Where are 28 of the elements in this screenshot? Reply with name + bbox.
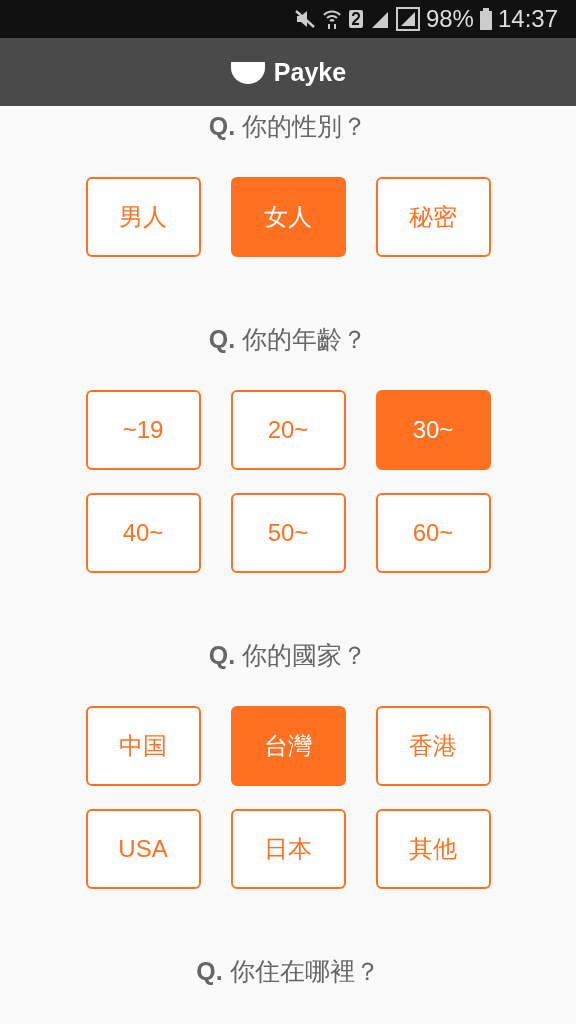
- option-button[interactable]: 其他: [375, 809, 491, 889]
- option-button[interactable]: 50~: [230, 493, 346, 573]
- question-text: Q. 你住在哪裡？: [196, 956, 380, 987]
- option-button[interactable]: 30~: [375, 390, 491, 470]
- option-button[interactable]: 男人: [85, 177, 201, 257]
- option-button[interactable]: ~19: [85, 390, 201, 470]
- sim-icon: [347, 9, 364, 29]
- option-button[interactable]: 20~: [230, 390, 346, 470]
- option-button[interactable]: 中国: [85, 706, 201, 786]
- question-text: Q. 你的國家？: [208, 640, 368, 671]
- battery-icon: [479, 8, 492, 30]
- option-button[interactable]: 香港: [375, 706, 491, 786]
- question-text: Q. 你的性別？: [208, 111, 368, 142]
- option-button[interactable]: 女人: [230, 177, 346, 257]
- option-button[interactable]: 秘密: [375, 177, 491, 257]
- battery-percent: 98%: [425, 5, 474, 33]
- question-text: Q. 你的年齡？: [208, 324, 368, 355]
- wifi-icon: [321, 8, 342, 30]
- option-button[interactable]: 40~: [85, 493, 201, 573]
- logo-icon: [229, 60, 266, 84]
- option-button[interactable]: 台灣: [230, 706, 346, 786]
- option-button[interactable]: USA: [85, 809, 201, 889]
- signal-icon: [395, 7, 420, 31]
- mute-icon: [293, 9, 316, 29]
- app-title: Payke: [273, 57, 347, 87]
- option-button[interactable]: 60~: [375, 493, 491, 573]
- option-button[interactable]: 日本: [230, 809, 346, 889]
- clock: 14:37: [497, 5, 558, 33]
